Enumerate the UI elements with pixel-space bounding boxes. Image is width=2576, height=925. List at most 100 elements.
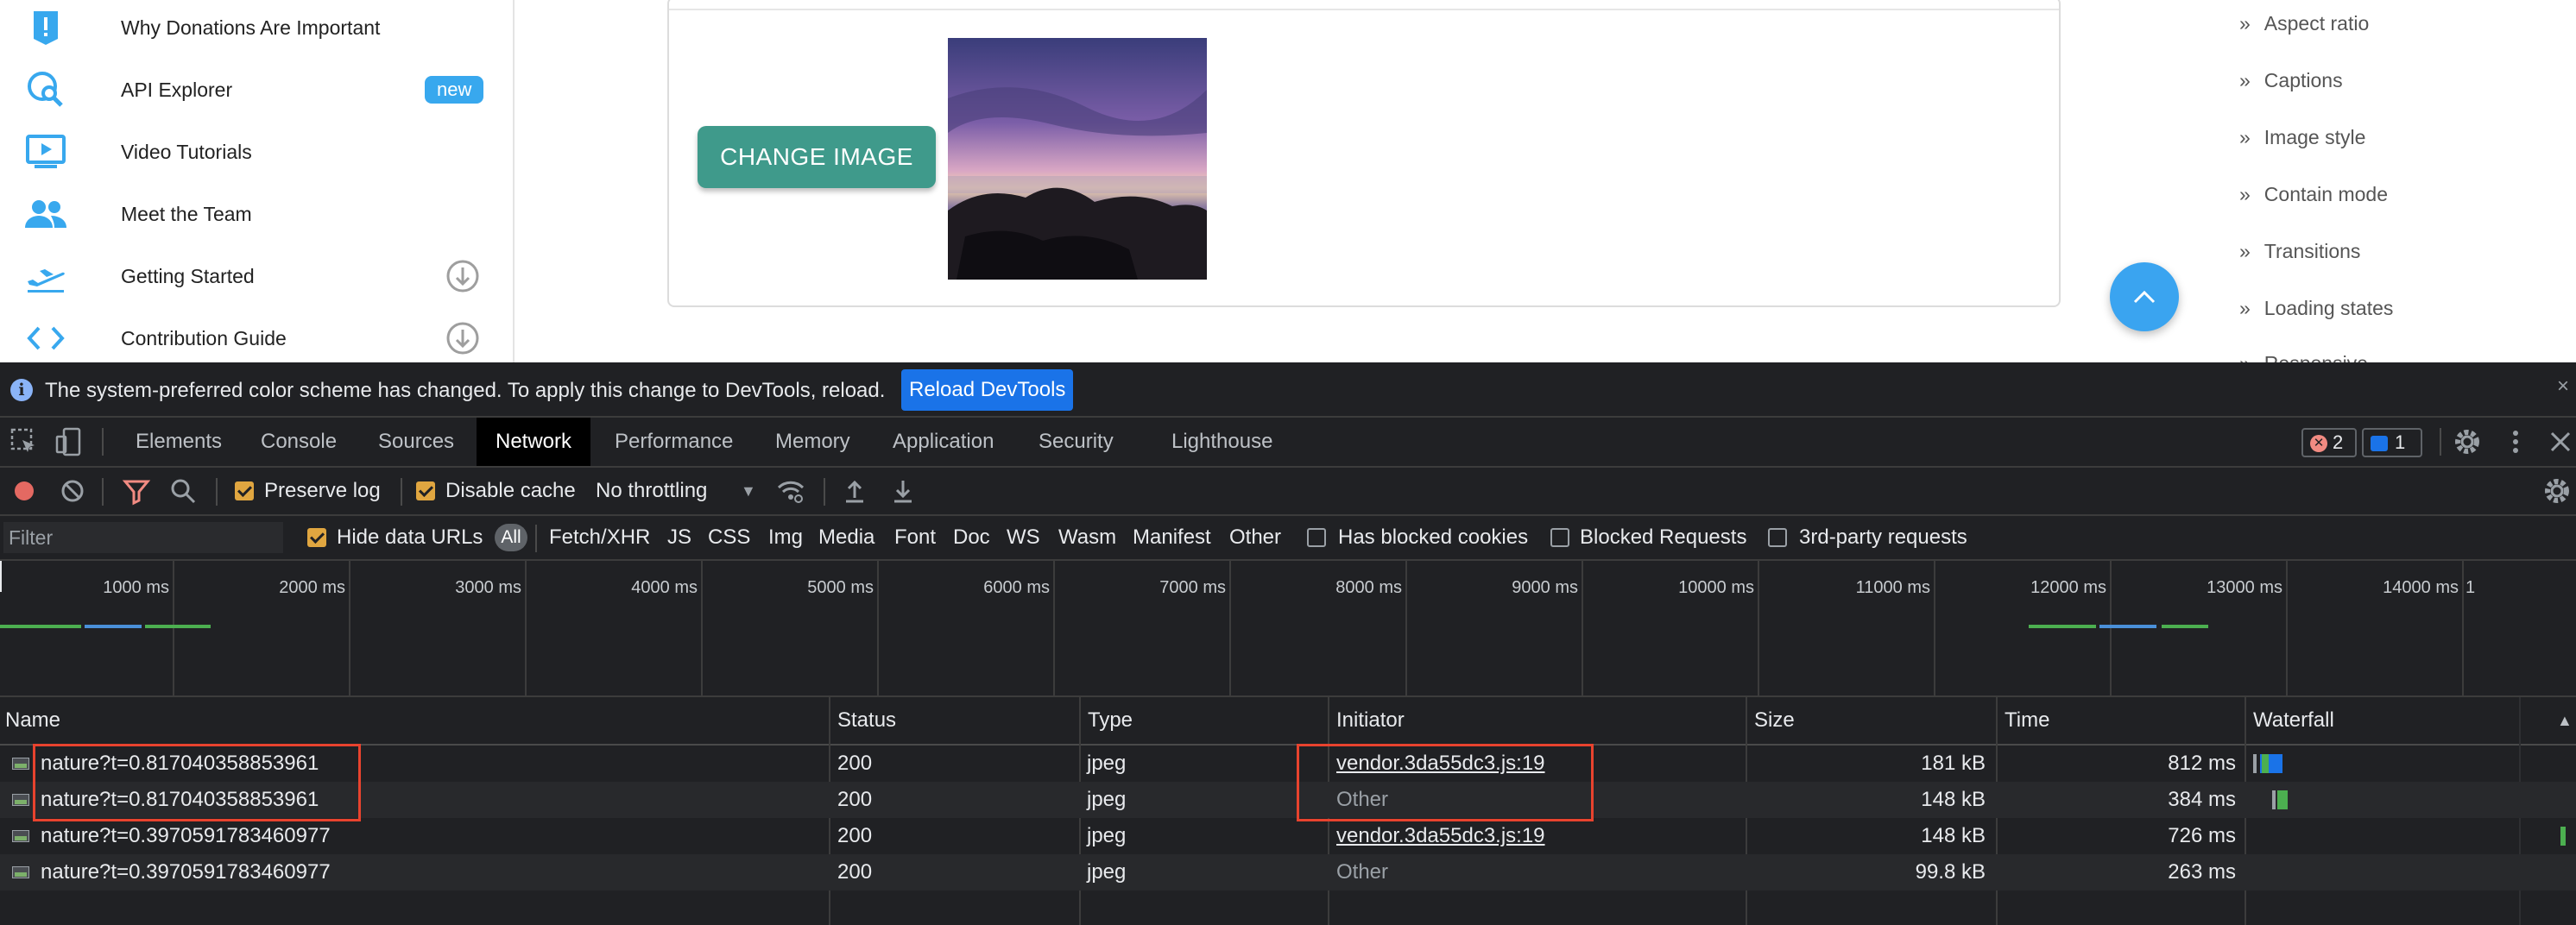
sidebar-item-video-tutorials[interactable]: Video Tutorials bbox=[0, 121, 513, 183]
column-header-initiator[interactable]: Initiator bbox=[1331, 697, 1405, 744]
type-filter-font[interactable]: Font bbox=[894, 516, 936, 559]
toc-item[interactable]: » Transitions bbox=[2239, 240, 2360, 263]
sidebar-item-api-explorer[interactable]: API Explorer new bbox=[0, 59, 513, 121]
type-filter-wasm[interactable]: Wasm bbox=[1058, 516, 1116, 559]
sidebar-item-label: Getting Started bbox=[121, 264, 255, 287]
type-filter-fetch-xhr[interactable]: Fetch/XHR bbox=[549, 516, 650, 559]
sidebar-item-contribution-guide[interactable]: Contribution Guide bbox=[0, 307, 513, 362]
timeline-tick-label: 13000 ms bbox=[2207, 578, 2282, 597]
type-filter-all[interactable]: All bbox=[495, 524, 527, 551]
toc-item[interactable]: » Loading states bbox=[2239, 297, 2393, 320]
settings-gear-icon[interactable] bbox=[2452, 426, 2483, 457]
messages-badge[interactable]: 1 bbox=[2362, 428, 2422, 457]
video-play-icon bbox=[24, 130, 67, 173]
timeline-request-bar bbox=[85, 625, 142, 628]
blocked-requests-checkbox[interactable] bbox=[1550, 528, 1569, 547]
toc-item[interactable]: » Captions bbox=[2239, 69, 2343, 92]
type-filter-doc[interactable]: Doc bbox=[953, 516, 990, 559]
request-initiator-link[interactable]: vendor.3da55dc3.js:19 bbox=[1336, 818, 1545, 854]
scroll-to-top-button[interactable] bbox=[2110, 262, 2179, 331]
clear-icon[interactable] bbox=[57, 475, 88, 507]
type-filter-manifest[interactable]: Manifest bbox=[1133, 516, 1211, 559]
import-har-icon[interactable] bbox=[839, 475, 870, 507]
sidebar-item-getting-started[interactable]: Getting Started bbox=[0, 245, 513, 307]
request-size: 181 kB bbox=[1921, 752, 1986, 775]
type-filter-img[interactable]: Img bbox=[768, 516, 803, 559]
tab-sources[interactable]: Sources bbox=[378, 418, 454, 466]
disable-cache-checkbox[interactable] bbox=[416, 481, 435, 500]
column-header-size[interactable]: Size bbox=[1749, 697, 1795, 744]
sort-ascending-icon[interactable]: ▲ bbox=[2552, 697, 2573, 744]
hide-data-urls-checkbox[interactable] bbox=[307, 528, 326, 547]
table-row[interactable]: nature?t=0.3970591783460977 200 jpeg ven… bbox=[0, 818, 2576, 854]
errors-badge[interactable]: ✕ 2 bbox=[2301, 428, 2357, 457]
timeline-gridline bbox=[1582, 561, 1583, 695]
type-filter-ws[interactable]: WS bbox=[1007, 516, 1040, 559]
sidebar-item-meet-team[interactable]: Meet the Team bbox=[0, 183, 513, 245]
reload-devtools-button[interactable]: Reload DevTools bbox=[901, 369, 1074, 411]
third-party-requests-checkbox[interactable] bbox=[1768, 528, 1787, 547]
toc-item-label: Contain mode bbox=[2263, 183, 2388, 205]
toolbar-divider bbox=[2440, 428, 2441, 456]
type-filter-other[interactable]: Other bbox=[1229, 516, 1281, 559]
column-header-name[interactable]: Name bbox=[0, 697, 60, 744]
search-icon[interactable] bbox=[167, 475, 199, 507]
inspect-element-icon[interactable] bbox=[9, 426, 40, 457]
filter-input[interactable] bbox=[3, 522, 283, 553]
toc-item[interactable]: » Contain mode bbox=[2239, 183, 2388, 206]
download-circle-icon[interactable] bbox=[445, 259, 480, 293]
close-devtools-icon[interactable] bbox=[2545, 426, 2576, 457]
column-header-type[interactable]: Type bbox=[1083, 697, 1133, 744]
network-settings-gear-icon[interactable] bbox=[2541, 475, 2573, 507]
sidebar-item-donations[interactable]: Why Donations Are Important bbox=[0, 0, 513, 59]
tab-application[interactable]: Application bbox=[893, 418, 994, 466]
sidebar-item-label: Why Donations Are Important bbox=[121, 16, 381, 39]
close-icon[interactable]: × bbox=[2557, 374, 2569, 399]
request-status: 200 bbox=[837, 752, 873, 775]
table-row[interactable]: nature?t=0.3970591783460977 200 jpeg Oth… bbox=[0, 854, 2576, 890]
request-time: 726 ms bbox=[2168, 824, 2236, 847]
table-row[interactable]: nature?t=0.817040358853961 200 jpeg Othe… bbox=[0, 782, 2576, 818]
tab-lighthouse[interactable]: Lighthouse bbox=[1171, 418, 1272, 466]
request-type: jpeg bbox=[1087, 860, 1127, 884]
more-options-icon[interactable] bbox=[2500, 426, 2531, 457]
tab-performance[interactable]: Performance bbox=[615, 418, 733, 466]
filter-funnel-icon[interactable] bbox=[121, 475, 152, 507]
tab-memory[interactable]: Memory bbox=[775, 418, 850, 466]
timeline-tick-label: 11000 ms bbox=[1855, 578, 1930, 597]
table-row[interactable]: nature?t=0.817040358853961 200 jpeg vend… bbox=[0, 746, 2576, 782]
type-filter-media[interactable]: Media bbox=[818, 516, 874, 559]
column-header-status[interactable]: Status bbox=[832, 697, 896, 744]
raquo-icon: » bbox=[2239, 126, 2251, 148]
messages-count: 1 bbox=[2395, 431, 2406, 453]
tab-security[interactable]: Security bbox=[1039, 418, 1114, 466]
toc-item[interactable]: » Responsive bbox=[2239, 352, 2368, 362]
record-icon[interactable] bbox=[9, 475, 40, 507]
waterfall-bar bbox=[2272, 790, 2276, 809]
toc-item[interactable]: » Aspect ratio bbox=[2239, 12, 2369, 35]
dropdown-arrow-icon[interactable]: ▼ bbox=[741, 468, 756, 514]
column-header-time[interactable]: Time bbox=[1999, 697, 2049, 744]
type-filter-js[interactable]: JS bbox=[667, 516, 691, 559]
network-overview-timeline[interactable]: 1000 ms 2000 ms 3000 ms 4000 ms 5000 ms … bbox=[0, 561, 2576, 697]
export-har-icon[interactable] bbox=[887, 475, 919, 507]
raquo-icon: » bbox=[2239, 297, 2251, 319]
toolbar-divider bbox=[216, 478, 218, 506]
download-circle-icon[interactable] bbox=[445, 321, 480, 356]
device-toolbar-icon[interactable] bbox=[54, 426, 85, 457]
preserve-log-checkbox[interactable] bbox=[235, 481, 254, 500]
has-blocked-cookies-checkbox[interactable] bbox=[1307, 528, 1326, 547]
network-conditions-wifi-icon[interactable] bbox=[775, 475, 806, 507]
change-image-button[interactable]: CHANGE IMAGE bbox=[698, 126, 936, 188]
tab-network[interactable]: Network bbox=[477, 418, 591, 466]
throttling-select[interactable]: No throttling bbox=[596, 468, 707, 514]
timeline-request-bar bbox=[145, 625, 211, 628]
annotation-highlight-names bbox=[33, 744, 361, 821]
toc-item-label: Image style bbox=[2263, 126, 2366, 148]
column-header-waterfall[interactable]: Waterfall bbox=[2248, 697, 2334, 744]
toc-item[interactable]: » Image style bbox=[2239, 126, 2365, 149]
type-filter-css[interactable]: CSS bbox=[708, 516, 750, 559]
tab-elements[interactable]: Elements bbox=[136, 418, 222, 466]
timeline-gridline bbox=[1053, 561, 1055, 695]
tab-console[interactable]: Console bbox=[261, 418, 337, 466]
